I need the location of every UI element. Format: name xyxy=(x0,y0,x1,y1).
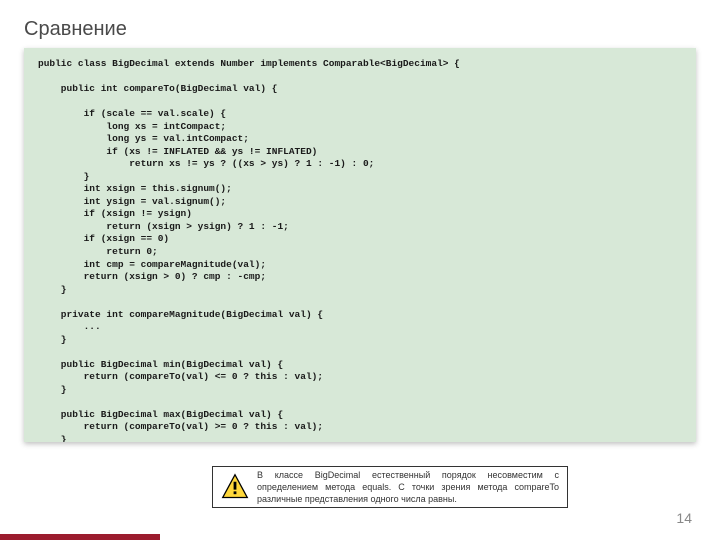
warning-icon xyxy=(221,473,249,501)
page-number: 14 xyxy=(676,510,692,526)
code-block: public class BigDecimal extends Number i… xyxy=(24,48,696,442)
slide-title: Сравнение xyxy=(24,18,127,41)
warning-text: В классе BigDecimal естественный порядок… xyxy=(257,469,559,505)
warning-note: В классе BigDecimal естественный порядок… xyxy=(212,466,568,508)
slide: Сравнение public class BigDecimal extend… xyxy=(0,0,720,540)
accent-bar xyxy=(0,534,160,540)
